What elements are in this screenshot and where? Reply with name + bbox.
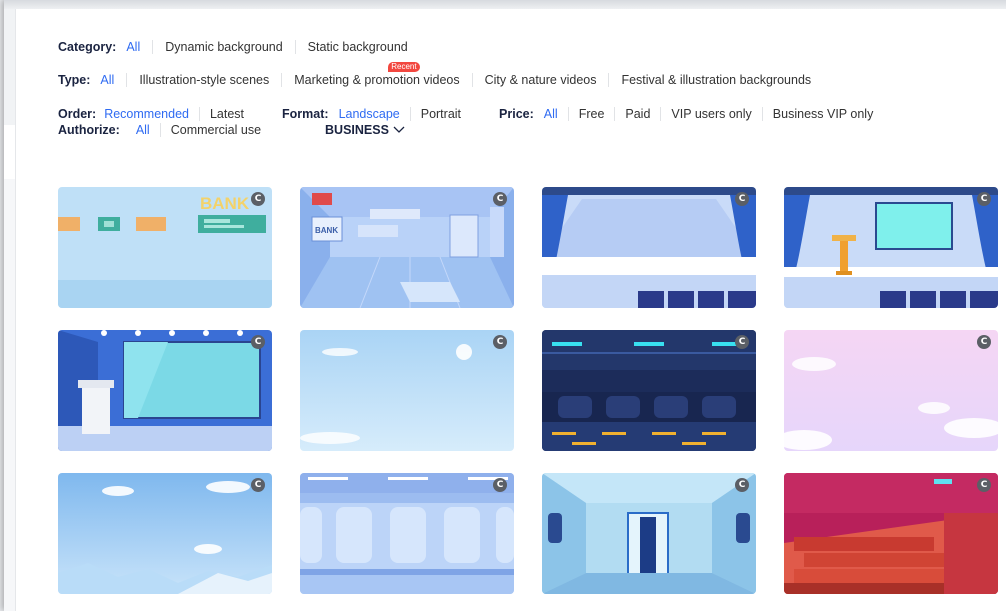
thumbnail-card-bank-hall[interactable]: BANK C (300, 187, 514, 308)
price-option-vip[interactable]: VIP users only (660, 107, 761, 121)
recent-badge: Recent (388, 62, 420, 72)
window-top-edge (4, 0, 1006, 9)
thumbnail-card-parking-garage[interactable]: C (542, 330, 756, 451)
copyright-icon: C (493, 335, 507, 349)
type-label: Type: (58, 73, 91, 87)
copyright-icon: C (251, 478, 265, 492)
copyright-icon: C (735, 192, 749, 206)
left-gutter (4, 9, 16, 611)
thumbnail-card-bank-counter[interactable]: BANK C (58, 187, 272, 308)
thumbnail-card-spaceship-corridor[interactable]: C (542, 473, 756, 594)
format-label: Format: (282, 107, 329, 121)
category-option-static[interactable]: Static background (294, 40, 420, 54)
thumbnail-card-stage-curtains[interactable]: C (542, 187, 756, 308)
business-label: BUSINESS (325, 123, 389, 137)
price-option-paid[interactable]: Paid (614, 107, 660, 121)
price-option-business-vip[interactable]: Business VIP only (761, 107, 884, 121)
authorize-label: Authorize: (58, 123, 120, 137)
copyright-icon: C (977, 335, 991, 349)
thumbnail-card-sky-mountains[interactable]: C (58, 473, 272, 594)
copyright-icon: C (493, 192, 507, 206)
format-option-landscape[interactable]: Landscape (339, 107, 410, 121)
thumbnail-card-train-interior[interactable]: C (300, 473, 514, 594)
price-label: Price: (499, 107, 534, 121)
order-option-latest[interactable]: Latest (198, 107, 256, 121)
thumbnail-card-blue-sky[interactable]: C (300, 330, 514, 451)
type-option-all[interactable]: All (100, 73, 126, 87)
thumbnail-card-stage-podium-screen[interactable]: C (784, 187, 998, 308)
category-label: Category: (58, 40, 117, 54)
price-option-free[interactable]: Free (567, 107, 615, 121)
thumbnail-card-cinema-seats[interactable]: C (784, 473, 998, 594)
app-frame: Category: All Dynamic background Static … (4, 0, 1006, 611)
thumbnail-card-conference-screen[interactable]: C (58, 330, 272, 451)
copyright-icon: C (977, 192, 991, 206)
authorize-option-all[interactable]: All (136, 123, 160, 137)
format-option-portrait[interactable]: Portrait (409, 107, 473, 121)
thumbnail-card-pink-sky[interactable]: C (784, 330, 998, 451)
bank-sign-text: BANK (200, 194, 250, 213)
copyright-icon: C (977, 478, 991, 492)
copyright-icon: C (251, 335, 265, 349)
type-option-marketing[interactable]: Marketing & promotion videos Recent (281, 62, 471, 87)
type-option-festival[interactable]: Festival & illustration backgrounds (608, 73, 823, 87)
order-label: Order: (58, 107, 97, 121)
bank-hall-sign-text: BANK (315, 226, 338, 235)
category-option-all[interactable]: All (126, 40, 152, 54)
category-row: Category: All Dynamic background Static … (58, 40, 420, 54)
authorize-option-commercial[interactable]: Commercial use (159, 123, 273, 137)
type-row: Type: All Illustration-style scenes Mark… (58, 62, 823, 87)
copyright-icon: C (735, 335, 749, 349)
type-option-marketing-label: Marketing & promotion videos (294, 73, 460, 87)
chevron-down-icon (393, 126, 405, 133)
order-format-price-row: Order: Recommended Latest Format: Landsc… (58, 107, 883, 121)
business-dropdown[interactable]: BUSINESS (325, 123, 405, 137)
price-option-all[interactable]: All (544, 107, 568, 121)
copyright-icon: C (735, 478, 749, 492)
type-option-illustration[interactable]: Illustration-style scenes (126, 73, 281, 87)
copyright-icon: C (493, 478, 507, 492)
copyright-icon: C (251, 192, 265, 206)
order-option-recommended[interactable]: Recommended (104, 107, 199, 121)
category-option-dynamic[interactable]: Dynamic background (152, 40, 294, 54)
authorize-row: Authorize: All Commercial use BUSINESS (58, 123, 405, 137)
type-option-city-nature[interactable]: City & nature videos (471, 73, 609, 87)
